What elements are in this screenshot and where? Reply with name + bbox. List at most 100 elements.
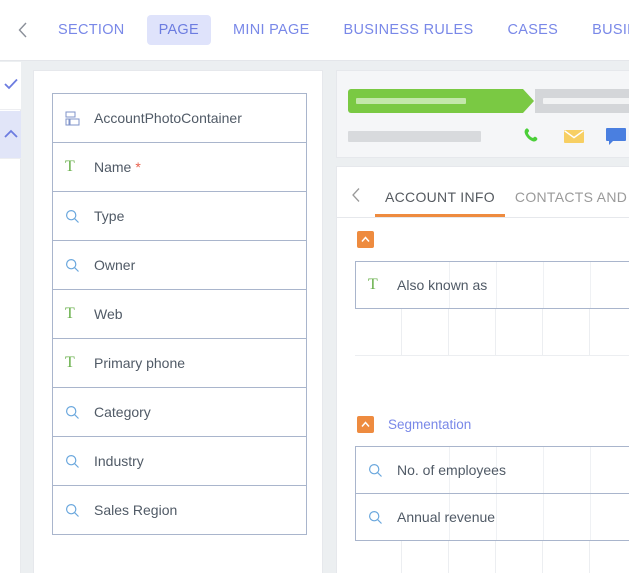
field-list: AccountPhotoContainer T Name * Type Owne…	[52, 93, 307, 535]
field-item-sales-region[interactable]: Sales Region	[52, 485, 307, 535]
tab-cases[interactable]: CASES	[495, 15, 570, 45]
check-icon	[3, 77, 18, 95]
left-edge-strip	[0, 62, 21, 573]
grid-cell	[355, 309, 402, 355]
field-label: Name	[94, 159, 132, 175]
text-icon: T	[65, 158, 75, 175]
phone-icon[interactable]	[511, 126, 553, 146]
field-item-owner[interactable]: Owner	[52, 240, 307, 290]
grid-cell	[449, 541, 496, 573]
stage-label-placeholder	[356, 98, 466, 104]
grid-cell	[403, 494, 450, 540]
grid-cell	[544, 494, 591, 540]
preview-empty-row[interactable]	[355, 540, 629, 573]
field-item-accountphotocontainer[interactable]: AccountPhotoContainer	[52, 93, 307, 143]
lookup-icon	[65, 258, 89, 273]
field-label: Owner	[94, 257, 136, 273]
field-item-web[interactable]: T Web	[52, 289, 307, 339]
container-icon	[65, 111, 89, 126]
grid-cell	[544, 262, 591, 308]
preview-column: ACCOUNT INFO CONTACTS AND S T Also known…	[336, 70, 629, 573]
field-label: AccountPhotoContainer	[94, 110, 242, 126]
lookup-icon	[65, 209, 89, 224]
stage-pending[interactable]	[535, 89, 629, 113]
chevron-left-icon	[17, 21, 29, 39]
section-grid-segmentation: No. of employees Annual revenue	[355, 446, 629, 573]
grid-cell	[449, 309, 496, 355]
field-item-category[interactable]: Category	[52, 387, 307, 437]
lookup-icon	[65, 405, 89, 420]
record-title-placeholder	[348, 130, 481, 142]
tab-business-rules[interactable]: BUSINESS RULES	[332, 15, 486, 45]
grid-cell	[402, 541, 449, 573]
chevron-up-icon[interactable]	[357, 231, 374, 248]
section-header-segmentation: Segmentation	[357, 416, 471, 433]
grid-cell	[450, 447, 497, 493]
record-meta-row	[348, 126, 629, 146]
chevron-left-icon	[351, 187, 362, 208]
required-marker: *	[135, 159, 141, 175]
top-navigation-bar: SECTION PAGE MINI PAGE BUSINESS RULES CA…	[0, 0, 629, 61]
grid-cell	[402, 309, 449, 355]
record-body-card: ACCOUNT INFO CONTACTS AND S T Also known…	[336, 166, 629, 573]
preview-field-row[interactable]: T Also known as	[355, 261, 629, 309]
text-icon: T	[65, 305, 75, 322]
grid-cell	[590, 541, 629, 573]
grid-cell	[450, 262, 497, 308]
grid-cell	[543, 309, 590, 355]
grid-cell	[497, 262, 544, 308]
field-label: Industry	[94, 453, 144, 469]
chevron-up-icon	[3, 126, 18, 144]
grid-cell	[591, 262, 629, 308]
field-label: Type	[94, 208, 125, 224]
tab-business-process[interactable]: BUSINESS P	[580, 15, 629, 45]
grid-cell	[356, 262, 403, 308]
grid-cell	[544, 447, 591, 493]
tab-scroll-back-button[interactable]	[337, 177, 375, 217]
chevron-up-icon[interactable]	[357, 416, 374, 433]
lookup-icon	[65, 454, 89, 469]
field-label: Web	[94, 306, 123, 322]
tab-mini-page[interactable]: MINI PAGE	[221, 15, 322, 45]
edge-item-collapse[interactable]	[0, 111, 21, 159]
section-header-untitled	[357, 231, 388, 248]
grid-cell	[591, 447, 629, 493]
field-item-industry[interactable]: Industry	[52, 436, 307, 486]
field-item-name[interactable]: T Name *	[52, 142, 307, 192]
stage-completed[interactable]	[348, 89, 535, 113]
field-item-type[interactable]: Type	[52, 191, 307, 241]
tab-contacts-and-structure[interactable]: CONTACTS AND S	[505, 177, 629, 217]
chat-icon[interactable]	[595, 127, 629, 146]
field-designer-panel: AccountPhotoContainer T Name * Type Owne…	[33, 70, 323, 573]
grid-cell	[497, 494, 544, 540]
edge-item-check[interactable]	[0, 62, 21, 110]
lookup-icon	[65, 503, 89, 518]
preview-field-row[interactable]: Annual revenue	[355, 493, 629, 541]
field-label: Primary phone	[94, 355, 186, 371]
record-header-card	[336, 70, 629, 158]
grid-cell	[450, 494, 497, 540]
field-item-primary-phone[interactable]: T Primary phone	[52, 338, 307, 388]
page-designer-screen: SECTION PAGE MINI PAGE BUSINESS RULES CA…	[0, 0, 629, 573]
tab-section[interactable]: SECTION	[46, 15, 137, 45]
stage-label-placeholder	[543, 98, 629, 104]
preview-tab-bar: ACCOUNT INFO CONTACTS AND S	[337, 177, 629, 218]
grid-cell	[496, 309, 543, 355]
preview-empty-row[interactable]	[355, 308, 629, 356]
email-icon[interactable]	[553, 128, 595, 145]
tab-account-info[interactable]: ACCOUNT INFO	[375, 177, 505, 217]
grid-cell	[355, 541, 402, 573]
designer-tab-list: SECTION PAGE MINI PAGE BUSINESS RULES CA…	[46, 0, 629, 61]
back-button[interactable]	[0, 0, 46, 61]
text-icon: T	[65, 354, 75, 371]
grid-cell	[497, 447, 544, 493]
grid-cell	[356, 494, 403, 540]
tab-page[interactable]: PAGE	[146, 15, 211, 45]
grid-cell	[496, 541, 543, 573]
section-grid-untitled: T Also known as	[355, 261, 629, 356]
preview-field-row[interactable]: No. of employees	[355, 446, 629, 494]
field-label: Category	[94, 404, 151, 420]
section-title: Segmentation	[388, 417, 472, 432]
communication-icon-group	[511, 126, 629, 146]
grid-cell	[403, 447, 450, 493]
